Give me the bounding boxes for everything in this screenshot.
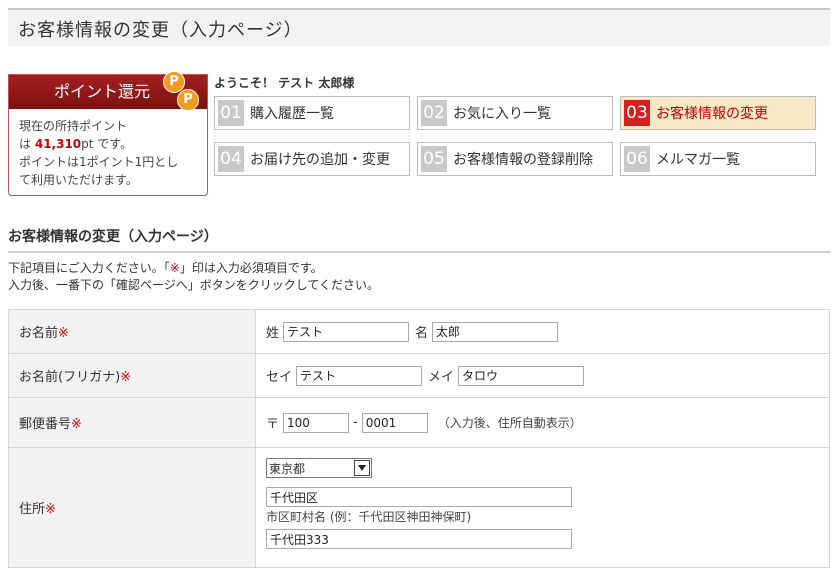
form-row-zip: 郵便番号※ 〒 - （入力後、住所自動表示） <box>8 397 830 448</box>
menu-purchase-history[interactable]: 01 購入履歴一覧 <box>214 96 410 130</box>
postal-mark: 〒 <box>266 417 280 432</box>
form-intro: 下記項目にご入力ください。「※」印は入力必須項目です。 入力後、一番下の「確認ペ… <box>8 260 379 294</box>
required-mark: ※ <box>169 261 180 275</box>
field-cell: 姓 名 <box>255 309 830 354</box>
prefecture-value: 東京都 <box>269 461 306 476</box>
last-name-kana-input[interactable] <box>296 365 423 386</box>
menu-label: お客様情報の登録削除 <box>453 152 593 168</box>
last-name-input[interactable] <box>283 321 410 342</box>
sei-label: 姓 <box>266 326 280 341</box>
field-label-text: 郵便番号 <box>19 417 72 432</box>
zip2-input[interactable] <box>361 412 428 433</box>
page-header: お客様情報の変更（入力ページ） <box>8 8 830 46</box>
required-mark: ※ <box>120 370 132 385</box>
city-hint: 市区町村名 (例：千代田区神田神保町) <box>266 510 472 524</box>
point-box-title: ポイント還元 <box>53 82 150 101</box>
menu-newsletter[interactable]: 06 メルマガ一覧 <box>620 142 816 176</box>
field-label: お名前(フリガナ)※ <box>8 353 256 398</box>
welcome-message: ようこそ！ テスト 太郎様 <box>214 76 355 90</box>
intro-text: 下記項目にご入力ください。「 <box>8 261 170 275</box>
menu-delivery-address[interactable]: 04 お届け先の追加・変更 <box>214 142 410 176</box>
point-box: ポイント還元 P P 現在の所持ポイント は 41,310pt です。 ポイント… <box>8 71 208 197</box>
first-name-kana-input[interactable] <box>458 365 585 386</box>
zip-dash: - <box>353 415 358 430</box>
first-name-input[interactable] <box>432 321 559 342</box>
menu-delete-registration[interactable]: 05 お客様情報の登録削除 <box>417 142 613 176</box>
field-label-text: お名前(フリガナ) <box>19 370 121 385</box>
required-mark: ※ <box>45 502 56 517</box>
menu-number: 03 <box>624 100 650 126</box>
prefecture-select[interactable]: 東京都 <box>266 458 372 478</box>
field-label: 住所※ <box>8 447 256 568</box>
field-cell: 東京都 市区町村名 (例：千代田区神田神保町) <box>255 447 830 568</box>
menu-number: 06 <box>624 146 650 172</box>
sei-kana-label: セイ <box>266 370 293 385</box>
page-title: お客様情報の変更（入力ページ） <box>18 20 303 41</box>
intro-line: 入力後、一番下の「確認ページへ」ボタンをクリックしてください。 <box>8 278 380 292</box>
chevron-down-icon[interactable] <box>354 460 370 476</box>
point-p-icon: P <box>177 89 199 111</box>
field-label-text: お名前 <box>19 326 59 341</box>
menu-number: 02 <box>421 100 447 126</box>
point-box-header: ポイント還元 P P <box>9 71 207 111</box>
point-balance: 41,310 <box>34 137 82 151</box>
field-label: 郵便番号※ <box>8 397 256 448</box>
menu-customer-info-change[interactable]: 03 お客様情報の変更 <box>620 96 816 130</box>
point-text-line: て利用いただけます。 <box>19 173 138 187</box>
menu-number: 01 <box>218 100 244 126</box>
menu-label: お届け先の追加・変更 <box>250 152 390 168</box>
form-row-name: お名前※ 姓 名 <box>8 309 830 354</box>
form-row-kana: お名前(フリガナ)※ セイ メイ <box>8 353 830 398</box>
zip-note: （入力後、住所自動表示） <box>437 416 582 430</box>
field-label: お名前※ <box>8 309 256 354</box>
menu-label: メルマガ一覧 <box>656 152 740 168</box>
menu-label: お客様情報の変更 <box>656 106 768 122</box>
mei-kana-label: メイ <box>428 370 455 385</box>
menu-favorites[interactable]: 02 お気に入り一覧 <box>417 96 613 130</box>
zip1-input[interactable] <box>283 412 350 433</box>
menu-number: 04 <box>218 146 244 172</box>
form-row-address: 住所※ 東京都 市区町村名 (例：千代田区神田神保町) <box>8 447 830 568</box>
city-input[interactable] <box>266 487 572 507</box>
point-balance-line: は 41,310pt です。 <box>19 135 197 153</box>
section-title: お客様情報の変更（入力ページ） <box>8 226 830 253</box>
required-mark: ※ <box>71 417 82 432</box>
required-mark: ※ <box>58 326 69 341</box>
point-text-line: ポイントは1ポイント1円とし <box>19 155 179 169</box>
field-cell: セイ メイ <box>255 353 830 398</box>
intro-text: 」印は入力必須項目です。 <box>179 261 323 275</box>
customer-form-table: お名前※ 姓 名 お名前(フリガナ)※ セイ メイ 郵便番号※ 〒 <box>8 309 830 568</box>
point-unit: pt です。 <box>81 137 133 151</box>
point-box-body: 現在の所持ポイント は 41,310pt です。 ポイントは1ポイント1円とし … <box>9 109 207 197</box>
menu-number: 05 <box>421 146 447 172</box>
field-label-text: 住所 <box>19 502 46 517</box>
street-input[interactable] <box>266 529 572 549</box>
menu-label: 購入履歴一覧 <box>250 106 334 122</box>
menu-label: お気に入り一覧 <box>453 106 551 122</box>
intro-line: 下記項目にご入力ください。「※」印は入力必須項目です。 <box>8 260 379 277</box>
point-text-line: 現在の所持ポイント <box>19 119 128 133</box>
field-cell: 〒 - （入力後、住所自動表示） <box>255 397 830 448</box>
point-prefix: は <box>19 137 32 151</box>
mei-label: 名 <box>415 326 429 341</box>
